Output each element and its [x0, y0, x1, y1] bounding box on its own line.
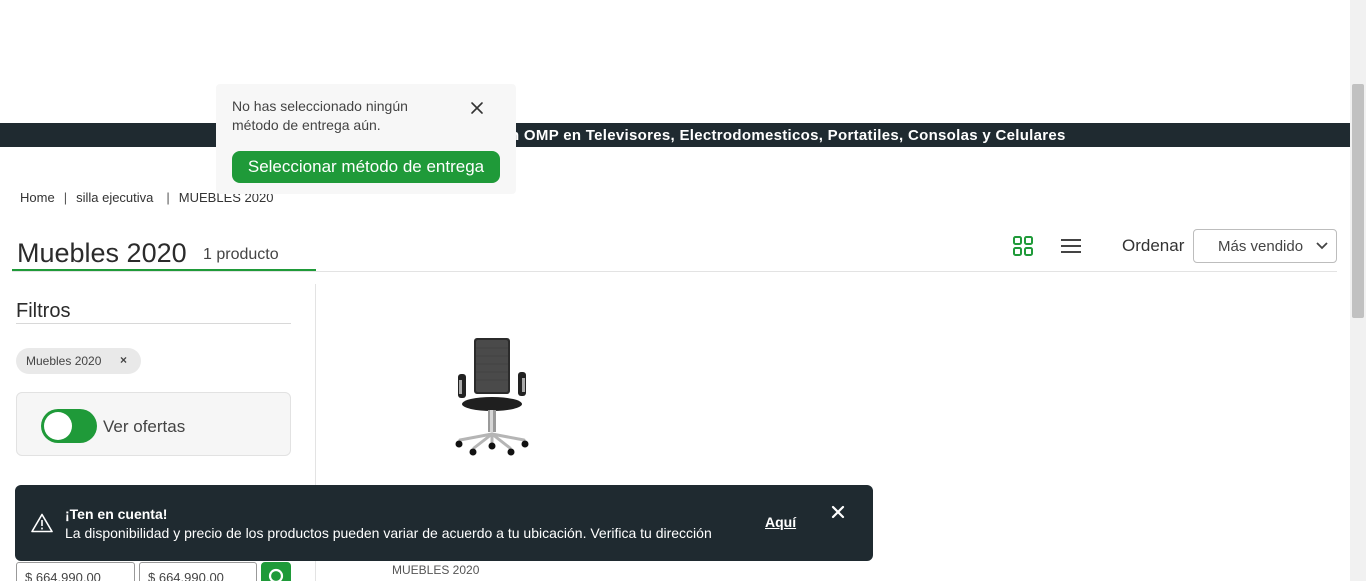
filter-chip-label: Muebles 2020 — [26, 354, 102, 368]
toast-link[interactable]: Aquí — [765, 514, 796, 530]
filters-divider — [16, 323, 291, 324]
sort-label: Ordenar — [1122, 236, 1185, 255]
active-filter-chip: Muebles 2020 × — [16, 348, 141, 374]
price-min-value: $ 664.990,00 — [25, 570, 101, 581]
close-icon[interactable] — [829, 503, 847, 521]
price-max-value: $ 664.990,00 — [148, 570, 224, 581]
breadcrumb-separator: | — [63, 190, 68, 205]
offers-toggle[interactable] — [41, 409, 97, 443]
offers-toggle-label: Ver ofertas — [103, 417, 186, 436]
office-chair-image[interactable] — [452, 334, 532, 464]
toast-message: La disponibilidad y precio de los produc… — [65, 525, 712, 541]
toast-title: ¡Ten en cuenta! — [65, 506, 168, 522]
announcement-text: n OMP en Televisores, Electrodomesticos,… — [510, 127, 1066, 144]
price-max-input[interactable]: $ 664.990,00 — [139, 562, 257, 581]
page-title: Muebles 2020 — [17, 238, 187, 268]
announcement-bar: n OMP en Televisores, Electrodomesticos,… — [0, 123, 1350, 147]
offers-filter-box: Ver ofertas — [16, 392, 291, 456]
price-min-input[interactable]: $ 664.990,00 — [16, 562, 135, 581]
search-icon — [268, 568, 284, 581]
product-brand: MUEBLES 2020 — [392, 563, 480, 577]
header-divider — [12, 271, 1337, 272]
delivery-popover-message: No has seleccionado ningún método de ent… — [232, 98, 408, 133]
delivery-method-popover: No has seleccionado ningún método de ent… — [216, 84, 516, 194]
page-scrollbar[interactable] — [1350, 0, 1366, 581]
breadcrumb-home[interactable]: Home — [20, 190, 55, 205]
breadcrumb-silla-ejecutiva[interactable]: silla ejecutiva — [76, 190, 153, 205]
grid-view-icon[interactable] — [1013, 236, 1033, 256]
scrollbar-thumb[interactable] — [1352, 84, 1364, 318]
list-view-icon[interactable] — [1061, 236, 1081, 256]
sort-selected-value: Más vendido — [1218, 238, 1304, 255]
remove-filter-icon[interactable]: × — [120, 353, 127, 367]
toggle-knob — [44, 412, 72, 440]
product-count: 1 producto — [203, 246, 279, 263]
price-filter-button[interactable] — [261, 562, 291, 581]
breadcrumb-separator: | — [166, 190, 170, 205]
filters-title: Filtros — [16, 300, 71, 322]
warning-icon — [31, 513, 53, 533]
sort-select[interactable]: Más vendido — [1193, 229, 1337, 263]
close-icon[interactable] — [468, 100, 486, 118]
location-notice-toast: ¡Ten en cuenta! La disponibilidad y prec… — [15, 485, 873, 561]
select-delivery-method-button[interactable]: Seleccionar método de entrega — [232, 151, 500, 183]
chevron-down-icon — [1316, 242, 1328, 250]
